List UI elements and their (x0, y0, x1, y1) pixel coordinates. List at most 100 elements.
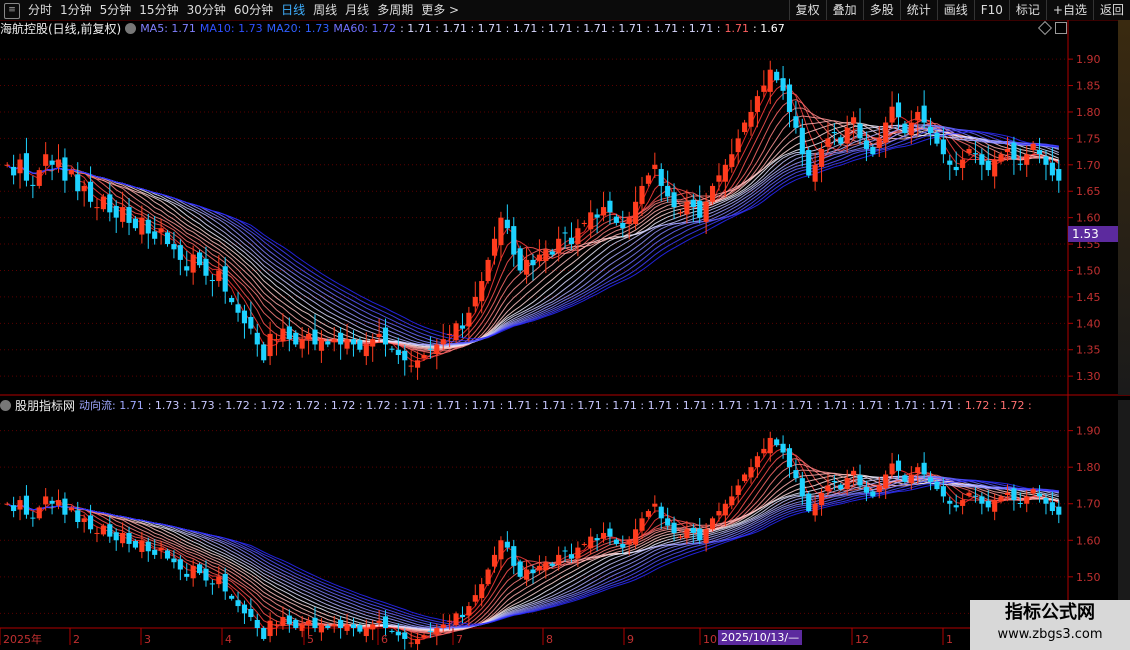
main-candle-body (235, 304, 241, 313)
main-candle-body (530, 259, 536, 266)
sub-candle-body (325, 625, 331, 628)
sub-candle-body (876, 485, 882, 493)
sub-candle-body (786, 448, 793, 468)
sub-candle-body (62, 498, 68, 515)
sub-tick-label: 1.90 (1076, 425, 1101, 438)
main-candle-body (716, 175, 722, 182)
sub-candle-body (190, 565, 196, 579)
main-candle-body (402, 350, 408, 361)
main-candle-body (43, 154, 49, 166)
main-candle-body (190, 254, 196, 273)
sub-candle-body (658, 506, 664, 519)
sub-candle-body (581, 543, 587, 545)
sub-candle-body (600, 532, 607, 539)
sub-candle-body (43, 496, 49, 505)
main-candle-body (927, 126, 934, 134)
main-tick-label: 1.30 (1076, 370, 1101, 383)
main-candle-body (838, 137, 844, 144)
sub-candle-body (838, 484, 844, 490)
sub-candle-body (344, 624, 350, 631)
sub-candle-body (17, 500, 23, 510)
sub-candle-body (594, 538, 600, 541)
main-candle-body (318, 339, 324, 351)
sub-candle-body (113, 532, 119, 541)
main-candle-body (806, 150, 812, 176)
main-candle-body (177, 245, 183, 260)
main-candle-body (17, 159, 23, 174)
right-side-panel[interactable] (1118, 20, 1130, 395)
sub-candle-body (1043, 497, 1049, 504)
main-candle-body (658, 169, 664, 186)
sub-candle-body (703, 529, 709, 544)
sub-candle-body (671, 522, 677, 533)
main-candle-body (588, 212, 594, 230)
sub-candle-body (11, 505, 17, 512)
sub-candle-body (184, 573, 190, 577)
main-candle-body (883, 122, 889, 143)
sub-candle-body (132, 541, 139, 548)
main-candle-body (633, 201, 639, 224)
main-candle-body (921, 105, 927, 123)
sub-candle-body (985, 500, 991, 508)
sub-candle-body (293, 619, 299, 628)
sub-candle-body (588, 536, 594, 549)
sub-candle-body (376, 620, 382, 623)
sub-candle-body (306, 620, 312, 625)
sub-candle-body (229, 595, 235, 599)
main-candle-body (30, 184, 36, 186)
sub-candle-body (1036, 493, 1043, 497)
sub-candle-body (735, 485, 741, 495)
main-candle-body (575, 228, 581, 245)
main-candle-body (107, 194, 113, 213)
right-side-panel-sub[interactable] (1118, 400, 1130, 600)
sub-candle-body (780, 443, 786, 453)
main-candle-body (421, 355, 427, 359)
sub-candle-body (613, 539, 619, 544)
main-candle-body (626, 217, 632, 224)
sub-candle-body (466, 606, 472, 616)
main-candle-body (158, 228, 164, 233)
sub-candle-body (203, 568, 209, 581)
sub-candle-body (209, 583, 215, 585)
sub-candle-body (517, 561, 523, 577)
main-candle-body (684, 201, 690, 215)
x-axis-label: 5 (307, 633, 314, 646)
sub-candle-body (549, 563, 555, 566)
sub-candle-body (716, 511, 722, 516)
sub-candle-body (94, 532, 100, 534)
watermark: 指标公式网 www.zbgs3.com (970, 600, 1130, 650)
main-candle-body (985, 160, 991, 171)
kline-chart[interactable]: 1.901.851.801.751.701.651.601.551.501.45… (0, 0, 1130, 650)
sub-candle-body (120, 532, 126, 544)
sub-candle-body (152, 549, 158, 555)
main-candle-body (254, 332, 260, 345)
main-candle-body (748, 111, 754, 127)
sub-candle-body (831, 481, 837, 483)
sub-candle-body (562, 550, 568, 552)
date-cursor-label: 2025/10/13/— (718, 630, 803, 645)
main-candle-body (863, 140, 869, 149)
main-candle-body (241, 310, 248, 324)
main-candle-body (774, 71, 780, 81)
main-candle-body (504, 219, 510, 229)
sub-tick-label: 1.60 (1076, 534, 1101, 547)
main-candle-body (972, 153, 979, 155)
sub-candle-body (575, 547, 581, 559)
sub-candle-body (1004, 492, 1011, 495)
sub-candle-body (338, 619, 344, 628)
x-axis-label: 4 (225, 633, 232, 646)
main-candle-body (831, 132, 837, 134)
sub-candle-body (267, 620, 273, 637)
sub-candle-body (953, 505, 959, 508)
sub-candle-body (863, 486, 869, 493)
sub-candle-body (543, 562, 549, 571)
main-candle-body (100, 196, 106, 210)
main-candle-body (286, 326, 292, 340)
sub-candle-body (972, 495, 979, 497)
sub-candle-body (171, 558, 177, 563)
main-candle-body (947, 160, 953, 165)
main-candle-body (966, 148, 972, 154)
main-candle-body (690, 199, 696, 208)
main-candle-body (363, 344, 369, 357)
main-candle-body (306, 333, 312, 340)
